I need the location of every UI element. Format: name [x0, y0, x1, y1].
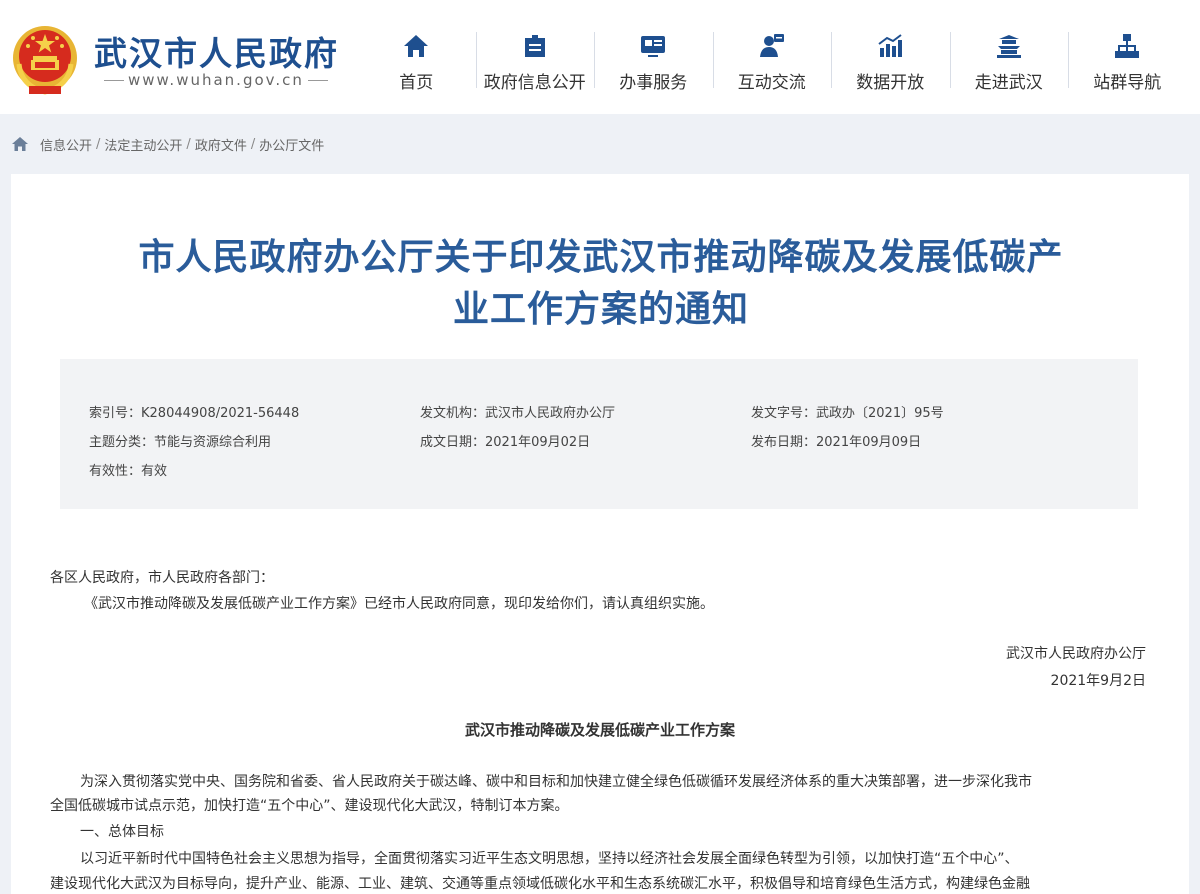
paragraph-1-line1: 为深入贯彻落实党中央、国务院和省委、省人民政府关于碳达峰、碳中和目标和加快建立健…: [80, 774, 1032, 790]
site-header: 武汉市人民政府 www.wuhan.gov.cn 首页 政府信息公开 办事服务 …: [0, 0, 1200, 114]
meta-validity-label: 有效性：: [89, 464, 142, 479]
nav-item-site-navigation[interactable]: 站群导航: [1068, 30, 1187, 93]
home-icon[interactable]: [11, 136, 29, 152]
breadcrumb-separator: /: [186, 136, 191, 152]
nav-label: 互动交流: [737, 73, 806, 93]
section-heading-1: 一、总体目标: [80, 824, 164, 840]
intro-paragraph: 《武汉市推动降碳及发展低碳产业工作方案》已经市人民政府同意，现印发给你们，请认真…: [84, 596, 714, 612]
meta-written-date: 成文日期：2021年09月02日: [420, 431, 590, 450]
nav-label: 政府信息公开: [483, 73, 586, 93]
breadcrumb-government-documents[interactable]: 政府文件: [195, 135, 247, 154]
meta-issuer-label: 发文机构：: [420, 406, 486, 421]
breadcrumb-office-documents[interactable]: 办公厅文件: [259, 135, 324, 154]
sitemap-icon: [1115, 34, 1140, 58]
nav-label: 首页: [399, 73, 434, 93]
nav-label: 数据开放: [856, 73, 925, 93]
nav-item-home[interactable]: 首页: [357, 30, 476, 93]
breadcrumb-info-disclosure[interactable]: 信息公开: [40, 135, 92, 154]
meta-index-value: K28044908/2021-56448: [141, 406, 300, 421]
breadcrumb-statutory-disclosure[interactable]: 法定主动公开: [104, 135, 182, 154]
meta-docno-label: 发文字号：: [751, 406, 817, 421]
signature-date: 2021年9月2日: [1050, 673, 1146, 689]
nav-label: 走进武汉: [974, 73, 1043, 93]
meta-index: 索引号：K28044908/2021-56448: [89, 402, 299, 421]
paragraph-2-line1: 以习近平新时代中国特色社会主义思想为指导，全面贯彻落实习近平生态文明思想，坚持以…: [80, 851, 1019, 867]
document-title: 市人民政府办公厅关于印发武汉市推动降碳及发展低碳产 业工作方案的通知: [91, 232, 1111, 336]
salutation: 各区人民政府，市人民政府各部门：: [50, 570, 274, 586]
meta-index-label: 索引号：: [89, 406, 142, 421]
meta-topic-label: 主题分类：: [89, 435, 155, 450]
signature: 武汉市人民政府办公厅: [1006, 646, 1146, 662]
meta-published-date-label: 发布日期：: [751, 435, 817, 450]
interaction-icon: [759, 34, 784, 57]
nav-item-open-data[interactable]: 数据开放: [831, 30, 950, 93]
meta-validity: 有效性：有效: [89, 460, 167, 479]
meta-topic: 主题分类：节能与资源综合利用: [89, 431, 271, 450]
meta-written-date-value: 2021年09月02日: [485, 435, 591, 450]
article-panel: 市人民政府办公厅关于印发武汉市推动降碳及发展低碳产 业工作方案的通知 索引号：K…: [11, 174, 1189, 894]
nav-item-interaction[interactable]: 互动交流: [712, 30, 832, 93]
nav-label: 站群导航: [1093, 73, 1162, 93]
service-icon: [641, 36, 666, 57]
tower-icon: [996, 35, 1021, 58]
nav-item-services[interactable]: 办事服务: [594, 30, 713, 93]
home-icon: [404, 35, 429, 57]
meta-validity-value: 有效: [141, 464, 168, 479]
meta-docno-value: 武政办〔2021〕95号: [816, 406, 944, 421]
national-emblem-icon[interactable]: [11, 24, 79, 96]
nav-label: 办事服务: [619, 73, 688, 93]
chart-icon: [878, 34, 903, 57]
nav-item-info-disclosure[interactable]: 政府信息公开: [475, 30, 595, 93]
document-title-line2: 业工作方案的通知: [452, 289, 749, 330]
meta-published-date: 发布日期：2021年09月09日: [751, 431, 921, 450]
meta-issuer-value: 武汉市人民政府办公厅: [485, 406, 616, 421]
site-url: www.wuhan.gov.cn: [100, 71, 332, 89]
site-title[interactable]: 武汉市人民政府: [94, 27, 339, 75]
document-metadata: 索引号：K28044908/2021-56448 发文机构：武汉市人民政府办公厅…: [60, 359, 1138, 509]
meta-topic-value: 节能与资源综合利用: [154, 435, 272, 450]
breadcrumb-separator: /: [250, 136, 256, 152]
document-icon: [524, 35, 545, 57]
paragraph-1-line2: 全国低碳城市试点示范，加快打造“五个中心”、建设现代化大武汉，特制订本方案。: [50, 798, 569, 814]
breadcrumb-separator: /: [96, 136, 101, 152]
document-title-line1: 市人民政府办公厅关于印发武汉市推动降碳及发展低碳产: [138, 237, 1064, 278]
paragraph-2-line2: 建设现代化大武汉为目标导向，提升产业、能源、工业、建筑、交通等重点领域低碳化水平…: [50, 876, 1030, 892]
nav-item-about-wuhan[interactable]: 走进武汉: [949, 30, 1069, 93]
main-nav: 首页 政府信息公开 办事服务 互动交流 数据开放 走进武汉 站群导航: [357, 30, 1187, 93]
plan-title: 武汉市推动降碳及发展低碳产业工作方案: [464, 721, 735, 739]
meta-issuer: 发文机构：武汉市人民政府办公厅: [420, 402, 615, 421]
breadcrumb: 信息公开 / 法定主动公开 / 政府文件 / 办公厅文件: [11, 134, 324, 154]
meta-written-date-label: 成文日期：: [420, 435, 486, 450]
meta-docno: 发文字号：武政办〔2021〕95号: [751, 402, 944, 421]
meta-published-date-value: 2021年09月09日: [816, 435, 922, 450]
